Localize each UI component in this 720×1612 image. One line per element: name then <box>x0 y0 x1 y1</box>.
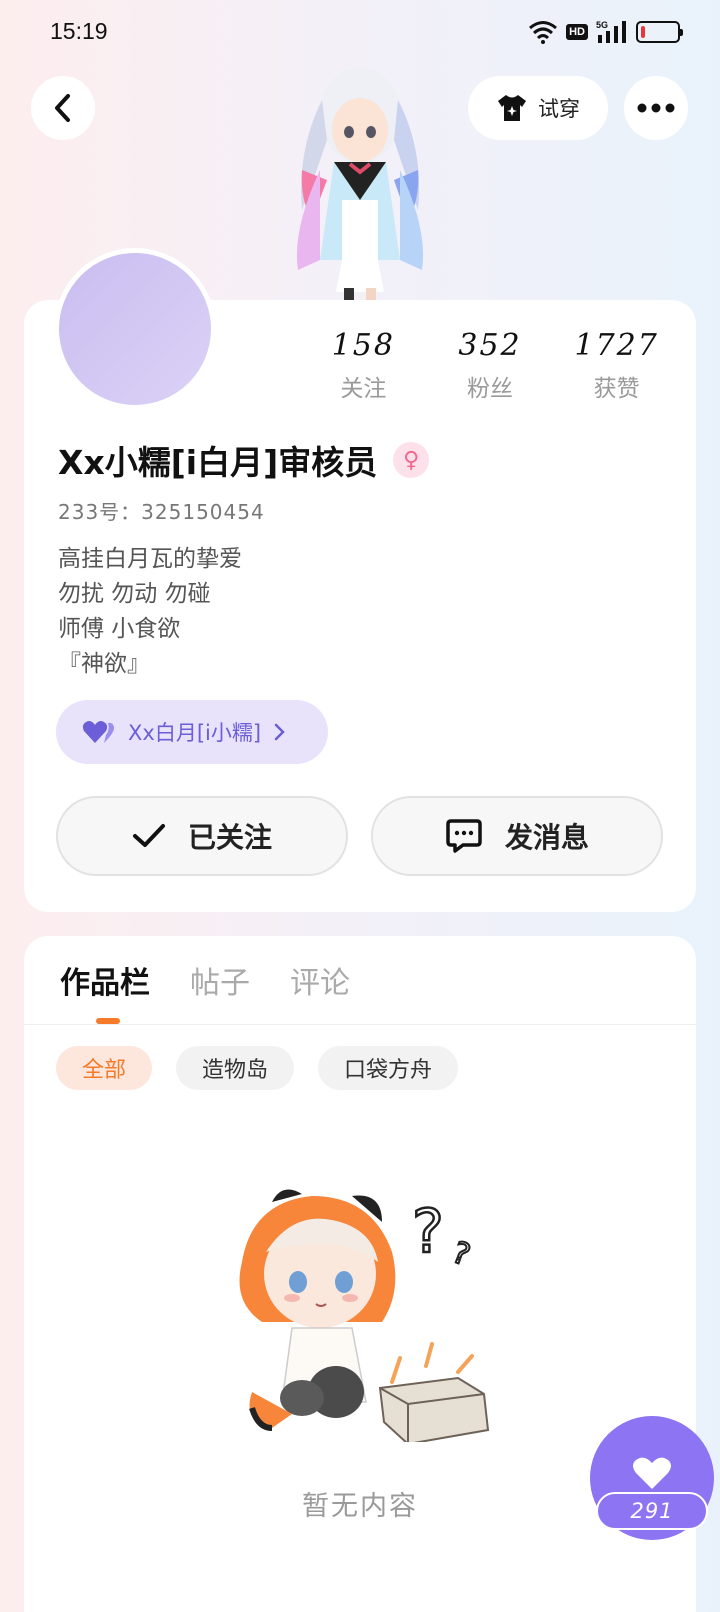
bio-line: 『神欲』 <box>58 651 150 677</box>
follow-button[interactable]: 已关注 <box>56 796 348 876</box>
tab-works[interactable]: 作品栏 <box>60 958 150 1002</box>
battery-fill <box>641 26 645 38</box>
relation-chip-label: Xx白月[i小糯] <box>128 721 262 745</box>
avatar[interactable] <box>54 248 216 410</box>
stat-likes[interactable]: 1727 获赞 <box>553 328 680 403</box>
svg-text:5G: 5G <box>596 20 608 30</box>
relation-chip[interactable]: Xx白月[i小糯] <box>56 700 328 764</box>
bio-line: 高挂白月瓦的挚爱 <box>58 546 242 572</box>
status-time: 15:19 <box>50 18 108 44</box>
svg-text:?: ? <box>448 1235 475 1273</box>
filter-chip-creation-island[interactable]: 造物岛 <box>176 1046 295 1090</box>
bio-line: 师傅 小食欲 <box>58 616 181 642</box>
stat-fans[interactable]: 352 粉丝 <box>427 328 554 403</box>
double-heart-icon <box>82 721 115 743</box>
checkmark-icon <box>132 824 165 847</box>
follow-button-label: 已关注 <box>187 821 272 854</box>
username-row: Xx小糯[i白月]审核员 ♀ <box>58 436 430 484</box>
try-on-button[interactable]: 试穿 <box>468 76 608 140</box>
user-id: 233号：325150454 <box>58 500 265 524</box>
wifi-icon <box>529 21 558 44</box>
heart-icon <box>633 1457 671 1489</box>
tab-comments[interactable]: 评论 <box>290 958 350 1002</box>
stat-likes-value: 1727 <box>574 328 659 363</box>
stat-fans-label: 粉丝 <box>467 376 513 402</box>
tab-posts[interactable]: 帖子 <box>190 958 250 1002</box>
chevron-left-icon <box>55 94 70 122</box>
female-icon: ♀ <box>393 442 430 478</box>
stat-fans-value: 352 <box>458 328 522 363</box>
content-tabs: 作品栏 帖子 评论 <box>60 958 350 1002</box>
message-button-label: 发消息 <box>504 821 589 854</box>
avatar-3d-character[interactable] <box>272 60 448 300</box>
status-bar: 15:19 HD 5G <box>0 0 720 64</box>
filter-row: 全部 造物岛 口袋方舟 <box>56 1046 459 1090</box>
tshirt-icon <box>498 95 526 121</box>
more-button[interactable] <box>624 76 688 140</box>
try-on-label: 试穿 <box>538 97 580 121</box>
stat-following[interactable]: 158 关注 <box>300 328 427 403</box>
hd-badge: HD <box>566 24 588 40</box>
tabs-divider <box>24 1024 696 1025</box>
back-button[interactable] <box>31 76 95 140</box>
empty-state-illustration: ? ? <box>239 1189 490 1442</box>
chat-bubble-icon <box>446 819 482 853</box>
status-icons: HD 5G <box>528 18 683 46</box>
bio: 高挂白月瓦的挚爱 勿扰 勿动 勿碰 师傅 小食欲 『神欲』 <box>58 542 242 682</box>
battery-icon <box>636 21 683 43</box>
more-dots-icon <box>637 103 675 113</box>
username: Xx小糯[i白月]审核员 <box>58 443 378 482</box>
bio-line: 勿扰 勿动 勿碰 <box>58 581 211 607</box>
svg-text:?: ? <box>412 1197 444 1267</box>
stat-following-label: 关注 <box>340 376 387 402</box>
message-button[interactable]: 发消息 <box>371 796 663 876</box>
like-count: 291 <box>596 1492 708 1530</box>
filter-chip-all[interactable]: 全部 <box>56 1046 153 1090</box>
profile-stats: 158 关注 352 粉丝 1727 获赞 <box>300 328 680 403</box>
signal-icon: 5G <box>596 20 626 43</box>
filter-chip-pocket-ark[interactable]: 口袋方舟 <box>318 1046 459 1090</box>
chevron-right-icon <box>274 723 285 741</box>
stat-likes-label: 获赞 <box>593 376 640 402</box>
stat-following-value: 158 <box>331 328 395 363</box>
